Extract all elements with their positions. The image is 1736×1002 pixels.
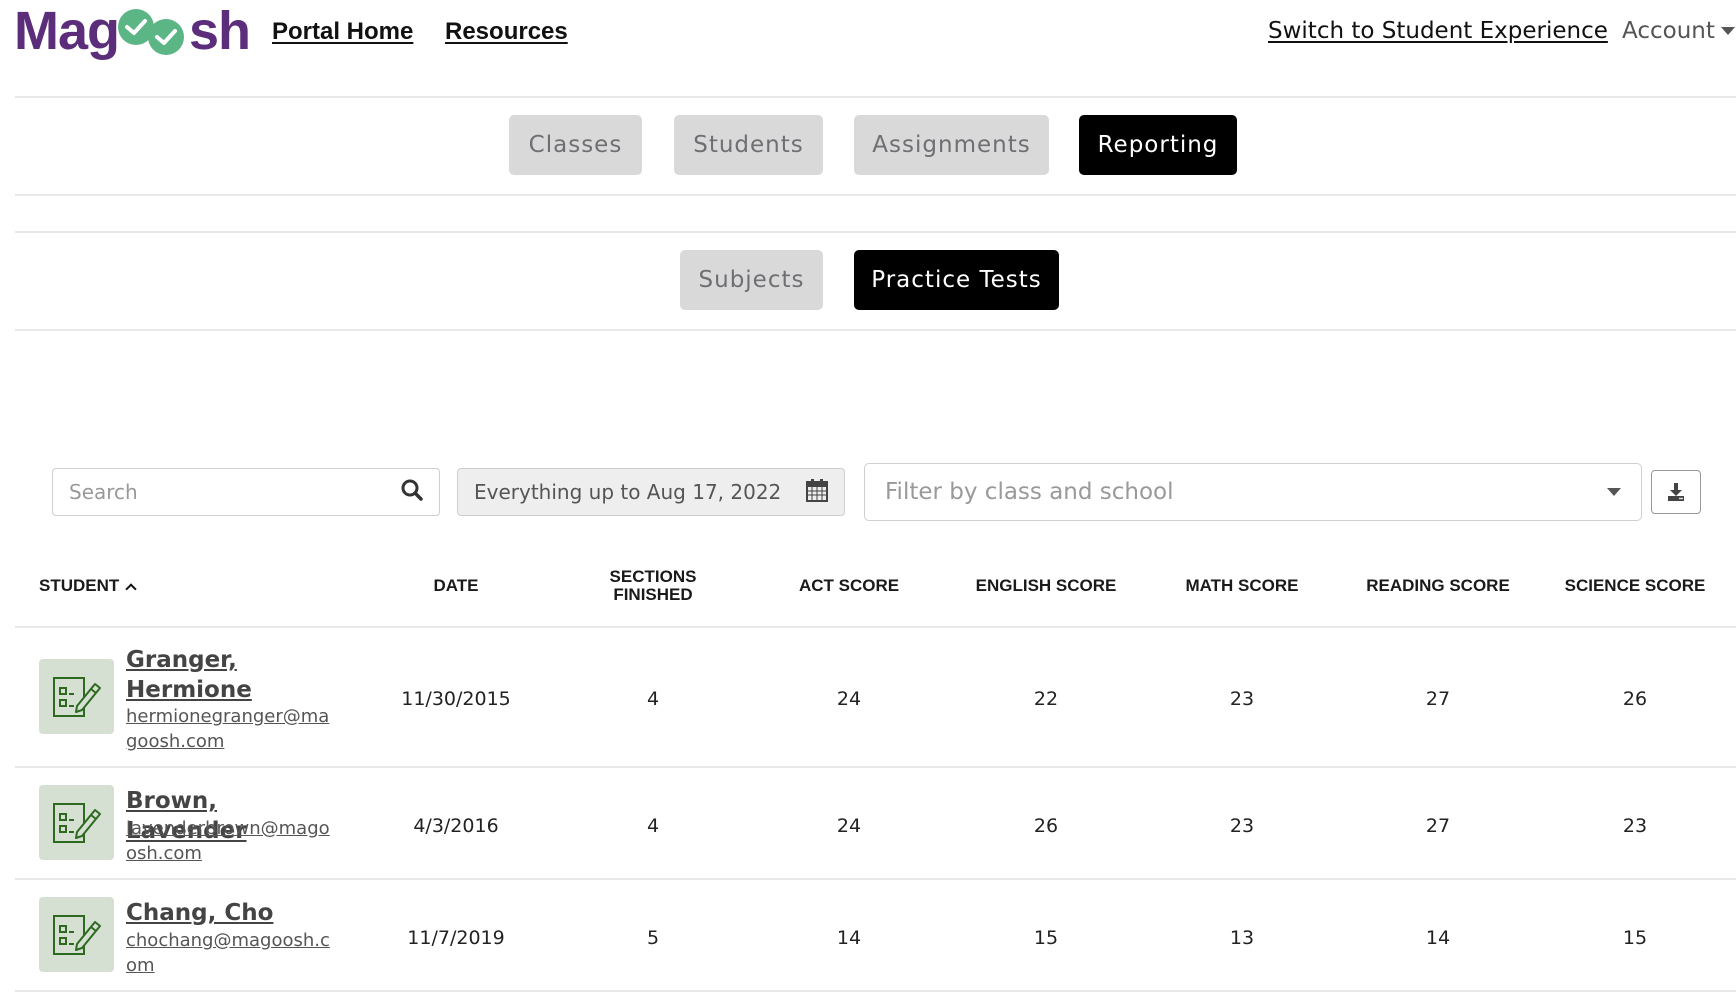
- cell-date: 11/30/2015: [401, 688, 511, 710]
- tab-reporting[interactable]: Reporting: [1079, 115, 1237, 175]
- cell-english-score: 15: [1033, 927, 1059, 949]
- date-range-picker[interactable]: Everything up to Aug 17, 2022: [457, 468, 845, 516]
- caret-down-icon: [1720, 27, 1735, 35]
- search-icon[interactable]: [401, 479, 423, 506]
- practice-test-icon: [39, 785, 114, 860]
- cell-act-score: 24: [836, 815, 862, 837]
- student-name-link[interactable]: Chang, Cho: [126, 898, 336, 928]
- cell-date: 11/7/2019: [407, 927, 505, 949]
- column-header-sections-line2: FINISHED: [613, 585, 693, 604]
- cell-math-score: 13: [1229, 927, 1255, 949]
- student-email-link[interactable]: lavenderbrown@magoosh.com: [126, 816, 336, 866]
- column-header-sections-line1: SECTIONS: [609, 567, 697, 586]
- logo-text-right: sh: [189, 1, 251, 61]
- tab-students[interactable]: Students: [674, 115, 823, 175]
- logo-text-left: Mag: [14, 1, 120, 61]
- cell-english-score: 22: [1033, 688, 1059, 710]
- student-email-link[interactable]: hermionegranger@magoosh.com: [126, 704, 336, 754]
- sort-ascending-icon: [125, 582, 137, 595]
- row-divider: [15, 990, 1736, 992]
- nav-resources-link[interactable]: Resources: [445, 18, 568, 46]
- search-input[interactable]: Search: [52, 468, 440, 516]
- cell-science-score: 26: [1622, 688, 1648, 710]
- cell-english-score: 26: [1033, 815, 1059, 837]
- column-header-reading-score[interactable]: READING SCORE: [1366, 577, 1510, 595]
- class-school-filter-select[interactable]: Filter by class and school: [864, 463, 1642, 521]
- row-divider: [15, 766, 1736, 768]
- account-label: Account: [1622, 18, 1715, 44]
- cell-reading-score: 27: [1425, 815, 1451, 837]
- column-header-student-label: STUDENT: [39, 576, 120, 595]
- row-divider: [15, 878, 1736, 880]
- cell-math-score: 23: [1229, 815, 1255, 837]
- column-header-sections-finished[interactable]: SECTIONS FINISHED: [610, 568, 697, 604]
- search-placeholder: Search: [69, 480, 138, 504]
- practice-test-icon: [39, 659, 114, 734]
- column-header-student[interactable]: STUDENT: [39, 576, 137, 595]
- column-header-math-score[interactable]: MATH SCORE: [1185, 577, 1298, 595]
- divider: [15, 329, 1736, 331]
- cell-sections-finished: 4: [646, 688, 660, 710]
- column-header-date[interactable]: DATE: [433, 577, 478, 595]
- divider: [15, 96, 1736, 98]
- cell-sections-finished: 4: [646, 815, 660, 837]
- switch-to-student-experience-link[interactable]: Switch to Student Experience: [1268, 18, 1608, 44]
- student-name-link[interactable]: Granger, Hermione: [126, 645, 336, 705]
- tab-classes[interactable]: Classes: [509, 115, 642, 175]
- tab-assignments[interactable]: Assignments: [854, 115, 1049, 175]
- practice-test-icon: [39, 897, 114, 972]
- nav-portal-home-link[interactable]: Portal Home: [272, 18, 413, 46]
- cell-reading-score: 14: [1425, 927, 1451, 949]
- cell-sections-finished: 5: [646, 927, 660, 949]
- cell-science-score: 23: [1622, 815, 1648, 837]
- divider: [15, 231, 1736, 233]
- cell-act-score: 24: [836, 688, 862, 710]
- table-header-divider: [15, 626, 1736, 628]
- cell-science-score: 15: [1622, 927, 1648, 949]
- caret-down-icon: [1607, 488, 1621, 496]
- column-header-act-score[interactable]: ACT SCORE: [799, 577, 899, 595]
- cell-reading-score: 27: [1425, 688, 1451, 710]
- calendar-icon[interactable]: [806, 478, 828, 507]
- download-button[interactable]: [1651, 470, 1701, 514]
- tab-subjects[interactable]: Subjects: [680, 250, 823, 310]
- class-filter-placeholder: Filter by class and school: [885, 479, 1174, 505]
- divider: [15, 194, 1736, 196]
- column-header-english-score[interactable]: ENGLISH SCORE: [976, 577, 1117, 595]
- date-range-value: Everything up to Aug 17, 2022: [474, 480, 782, 504]
- account-menu[interactable]: Account: [1622, 18, 1735, 44]
- cell-date: 4/3/2016: [413, 815, 499, 837]
- tab-practice-tests[interactable]: Practice Tests: [854, 250, 1059, 310]
- student-email-link[interactable]: chochang@magoosh.com: [126, 928, 336, 978]
- cell-math-score: 23: [1229, 688, 1255, 710]
- magoosh-logo[interactable]: Mag sh: [14, 1, 251, 61]
- logo-checkmarks-icon: [118, 5, 190, 57]
- download-icon: [1668, 483, 1684, 501]
- cell-act-score: 14: [836, 927, 862, 949]
- column-header-science-score[interactable]: SCIENCE SCORE: [1565, 577, 1706, 595]
